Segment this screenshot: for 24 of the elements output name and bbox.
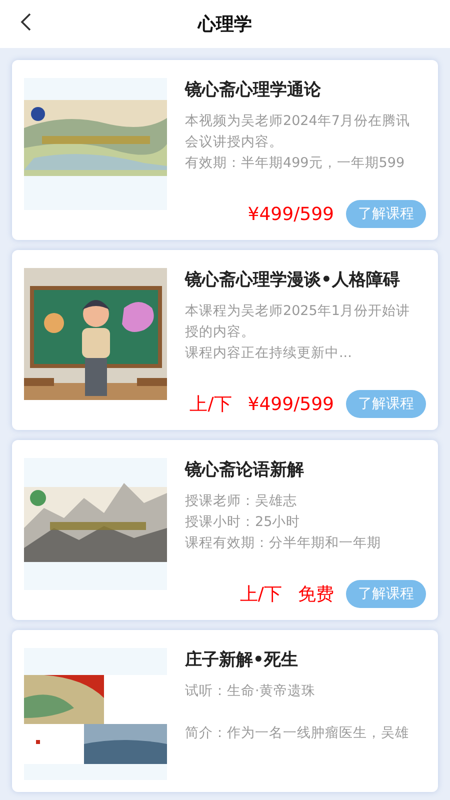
course-description: 简介：作为一名一线肿瘤医生，吴雄 <box>185 724 410 743</box>
course-description: 课程内容正在持续更新中... <box>185 344 353 363</box>
course-description: 试听：生命·黄帝遗珠 <box>185 682 316 701</box>
course-description: 授课小时：25小时 <box>185 513 302 532</box>
course-description: 本视频为吴老师2024年7月份在腾讯会议讲授内容。 <box>185 112 411 152</box>
course-description: 授课老师：吴雄志 <box>185 492 298 511</box>
course-title: 镜心斋心理学漫谈•人格障碍 <box>185 269 401 291</box>
course-title: 镜心斋论语新解 <box>185 459 305 481</box>
page-title: 心理学 <box>198 13 252 36</box>
back-icon <box>19 12 33 32</box>
course-description: 本课程为吴老师2025年1月份开始讲授的内容。 <box>185 302 411 342</box>
part-label: 上/下 <box>190 393 232 416</box>
course-card[interactable]: 庄子新解•死生 试听：生命·黄帝遗珠 简介：作为一名一线肿瘤医生，吴雄 <box>12 630 438 792</box>
course-card[interactable]: 镜心斋论语新解 授课老师：吴雄志 授课小时：25小时 课程有效期：分半年期和一年期 上/下 免费 了解课程 <box>12 440 438 620</box>
course-card[interactable]: 镜心斋心理学通论 本视频为吴老师2024年7月份在腾讯会议讲授内容。 有效期：半年期499元，一年期599 ¥499/599 了解课程 <box>12 60 438 240</box>
course-title: 庄子新解•死生 <box>185 649 299 671</box>
course-card[interactable]: 镜心斋心理学漫谈•人格障碍 本课程为吴老师2025年1月份开始讲授的内容。 课程内容正在持续更新中... 上/下 ¥499/599 了解课程 <box>12 250 438 430</box>
course-description: 有效期：半年期499元，一年期599 <box>185 154 406 173</box>
course-price: 免费 <box>298 583 334 606</box>
course-price: ¥499/599 <box>248 394 334 414</box>
part-label: 上/下 <box>240 583 282 606</box>
course-price: ¥499/599 <box>248 204 334 224</box>
course-description: 课程有效期：分半年期和一年期 <box>185 534 382 553</box>
course-title: 镜心斋心理学通论 <box>185 79 322 101</box>
